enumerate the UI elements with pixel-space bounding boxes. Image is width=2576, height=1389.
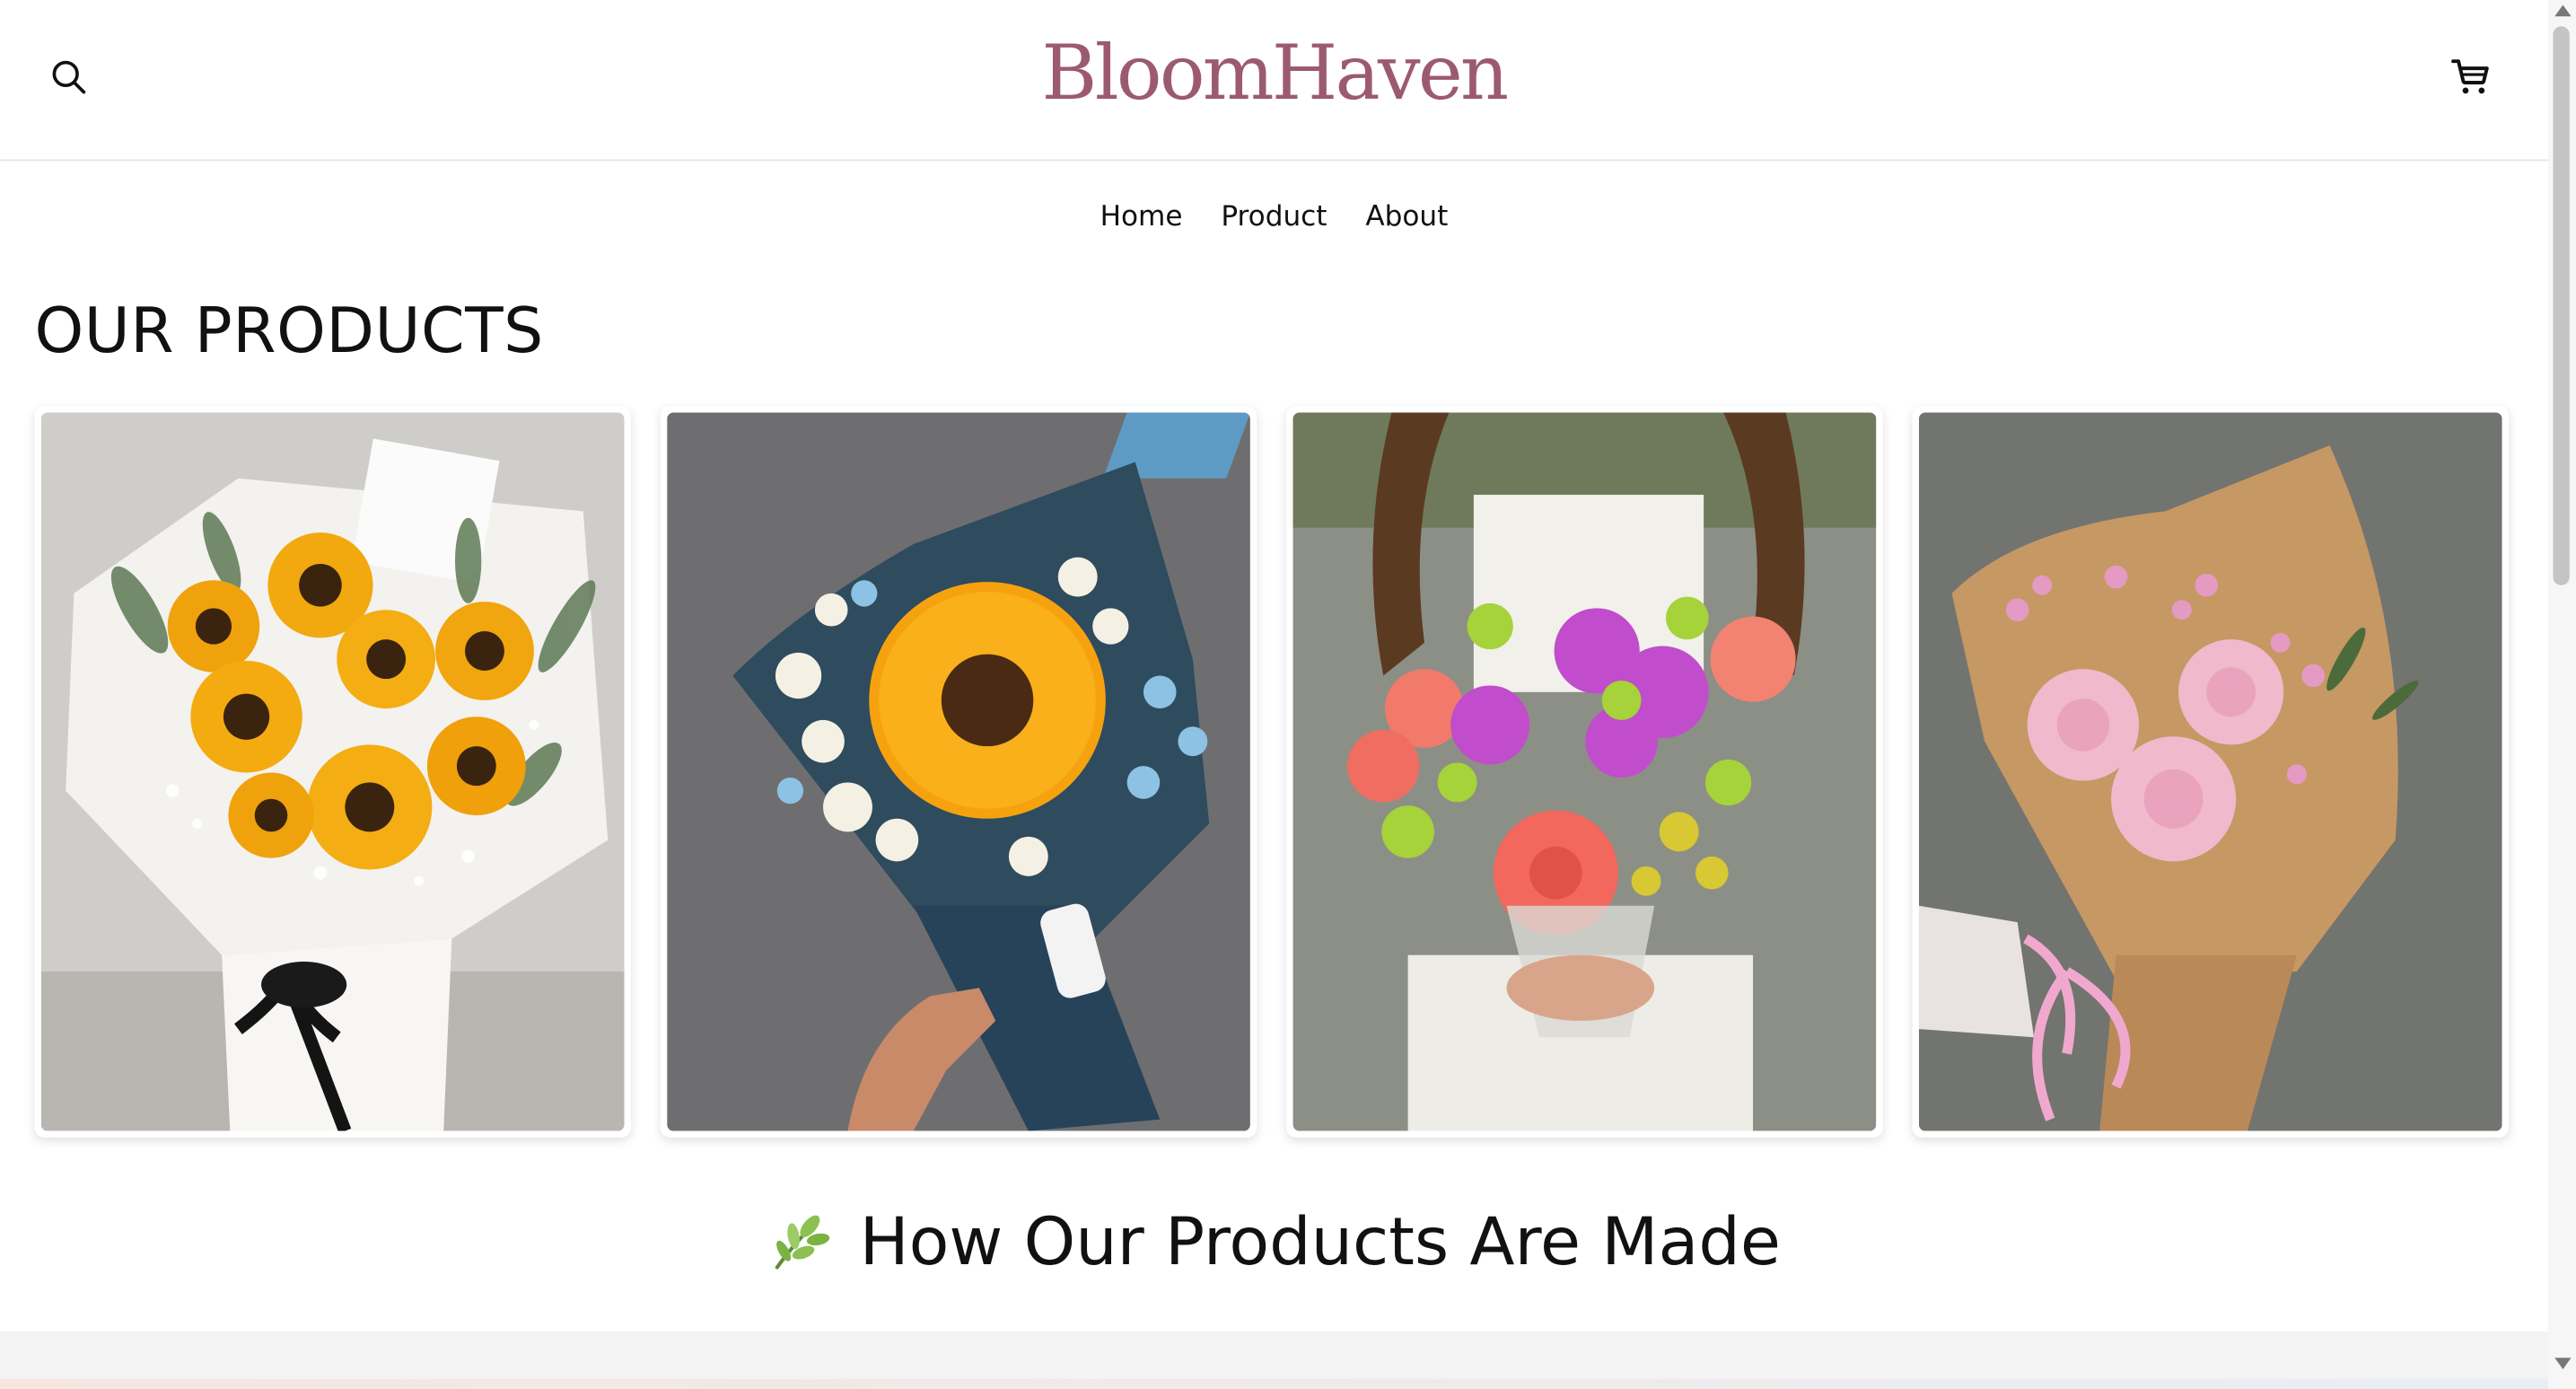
section-band (0, 1331, 2548, 1381)
product-card-sunflower-white[interactable] (34, 406, 631, 1138)
nav-home[interactable]: Home (1100, 200, 1183, 233)
bottom-strip (0, 1379, 2548, 1389)
product-image (40, 412, 625, 1131)
how-made-title: How Our Products Are Made (859, 1204, 1781, 1281)
scroll-down-arrow-icon[interactable] (2554, 1358, 2572, 1370)
product-image (1918, 412, 2502, 1131)
product-card-pink-carnations[interactable] (1912, 406, 2510, 1138)
cart-icon[interactable] (2449, 56, 2493, 99)
product-card-sunflower-navy[interactable] (660, 406, 1257, 1138)
brand-logo[interactable]: BloomHaven (0, 23, 2548, 122)
page: BloomHaven Home Product About OUR PRODUC… (0, 0, 2576, 1389)
nav-product[interactable]: Product (1221, 200, 1327, 233)
main-nav: Home Product About (0, 200, 2548, 233)
page-scale: BloomHaven Home Product About OUR PRODUC… (0, 0, 2576, 1389)
product-image (667, 412, 1250, 1131)
scroll-thumb[interactable] (2553, 26, 2570, 585)
nav-about[interactable]: About (1365, 200, 1448, 233)
herb-leaf-icon (767, 1207, 833, 1272)
page-scrollbar[interactable] (2547, 0, 2576, 1389)
product-image (1292, 412, 1877, 1131)
site-header: BloomHaven (0, 0, 2548, 162)
products-heading: OUR PRODUCTS (34, 294, 544, 367)
how-made-heading: How Our Products Are Made (0, 1197, 2548, 1289)
scroll-up-arrow-icon[interactable] (2554, 4, 2572, 17)
product-card-mixed-bouquet[interactable] (1286, 406, 1883, 1138)
